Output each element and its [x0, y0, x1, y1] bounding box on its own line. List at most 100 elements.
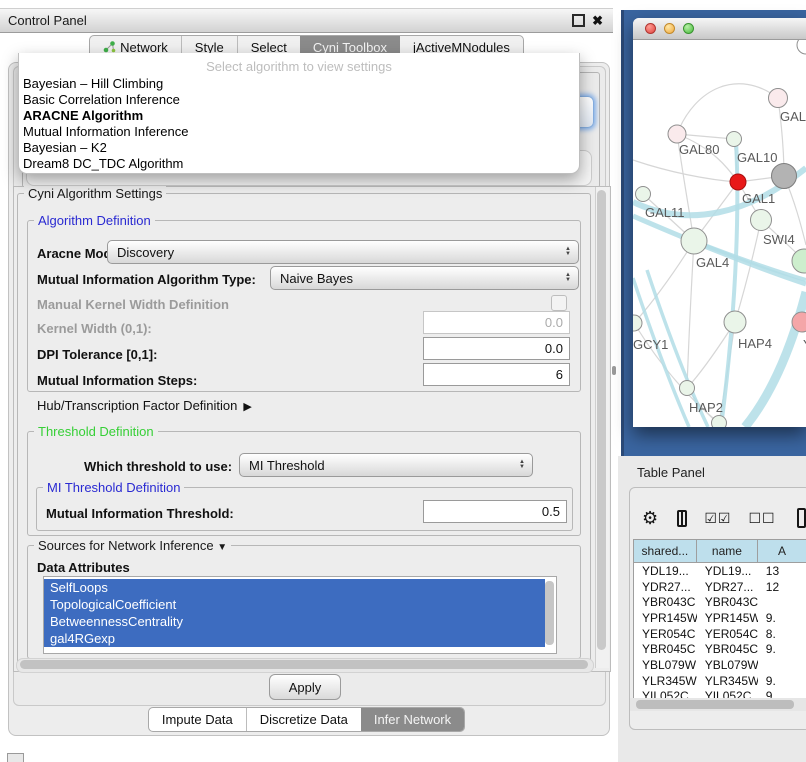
column-header-a[interactable]: A [758, 540, 806, 562]
close-traffic-light-icon[interactable] [645, 23, 656, 34]
unchecked-boxes-icon[interactable]: ☐☐ [748, 510, 775, 527]
table-row[interactable]: YDR27...YDR27...12 [634, 579, 806, 595]
minimize-traffic-light-icon[interactable] [664, 23, 675, 34]
float-window-icon[interactable] [572, 14, 585, 27]
algorithm-option[interactable]: ARACNE Algorithm [19, 108, 579, 124]
column-header-shared[interactable]: shared... [634, 540, 697, 562]
mi-threshold-definition-title: MI Threshold Definition [43, 480, 184, 495]
network-canvas-svg[interactable]: GALGAL80GAL10GAL1SWI4GAL11GAL4GCY1HAP4YH… [633, 40, 806, 427]
hub-definition-expander[interactable]: Hub/Transcription Factor Definition▶ [37, 398, 252, 413]
which-threshold-combo[interactable]: MI Threshold ▲▼ [239, 453, 533, 477]
minimized-panel-icon[interactable] [7, 753, 24, 762]
network-edge[interactable] [633, 278, 689, 427]
aracne-mode-combo[interactable]: Discovery ▲▼ [107, 240, 579, 264]
network-node-gal11[interactable] [636, 187, 651, 202]
attribute-item-selected[interactable]: TopologicalCoefficient [44, 596, 545, 613]
sources-title[interactable]: Sources for Network Inference ▼ [34, 538, 231, 553]
table-hscrollbar-thumb[interactable] [636, 700, 794, 709]
algorithm-list: Bayesian – Hill ClimbingBasic Correlatio… [19, 76, 579, 172]
table-cell: 9 [758, 689, 806, 698]
panel-splitter-handle[interactable] [612, 366, 616, 375]
expanded-arrow-icon[interactable]: ▼ [217, 542, 227, 553]
table-row[interactable]: YBR045CYBR045C9. [634, 641, 806, 657]
bottom-tab-infer-network[interactable]: Infer Network [361, 708, 464, 731]
network-node[interactable] [772, 164, 797, 189]
tab-label: Discretize Data [260, 712, 348, 727]
algorithm-option[interactable]: Basic Correlation Inference [19, 92, 579, 108]
kernel-width-label: Kernel Width (0,1): [37, 321, 152, 336]
bottom-tab-discretize-data[interactable]: Discretize Data [246, 708, 361, 731]
screen: Control Panel ✖ NetworkStyleSelectCyni T… [0, 0, 806, 762]
table-row[interactable]: YPR145WYPR145W9. [634, 610, 806, 626]
column-header-name[interactable]: name [697, 540, 758, 562]
network-edge[interactable] [687, 241, 694, 388]
document-icon[interactable] [797, 508, 806, 528]
table-row[interactable]: YER054CYER054C8. [634, 626, 806, 642]
mutual-info-threshold-label: Mutual Information Threshold: [46, 506, 234, 521]
mi-steps-field[interactable]: 6 [423, 363, 570, 386]
table-row[interactable]: YBR043CYBR043C [634, 594, 806, 610]
network-node-gcy1[interactable] [633, 315, 642, 331]
settings-scrollbar-thumb[interactable] [597, 190, 606, 650]
gear-icon[interactable]: ⚙ [642, 508, 658, 529]
close-icon[interactable]: ✖ [592, 13, 603, 29]
table-cell: 9. [758, 674, 806, 688]
dpi-tolerance-field[interactable]: 0.0 [423, 337, 570, 360]
table-cell: YPR145W [697, 611, 758, 625]
network-node-gal80[interactable] [668, 125, 686, 143]
network-window[interactable]: GALGAL80GAL10GAL1SWI4GAL11GAL4GCY1HAP4YH… [633, 18, 806, 427]
apply-button[interactable]: Apply [269, 674, 341, 700]
algorithm-option[interactable]: Dream8 DC_TDC Algorithm [19, 156, 579, 172]
bottom-tab-impute-data[interactable]: Impute Data [149, 708, 246, 731]
table-row[interactable]: YIL052CYIL052C9 [634, 689, 806, 699]
mi-type-combo[interactable]: Naive Bayes ▲▼ [270, 266, 579, 290]
algorithm-dropdown: Select algorithm to view settings Bayesi… [18, 53, 580, 174]
columns-icon[interactable] [677, 510, 687, 527]
network-node-gal10[interactable] [727, 132, 742, 147]
network-window-titlebar[interactable] [633, 18, 806, 40]
checked-boxes-icon[interactable]: ☑☑ [704, 510, 731, 527]
network-node[interactable] [712, 416, 727, 428]
table-cell: YDL19... [634, 564, 697, 578]
table-cell: 9. [758, 611, 806, 625]
network-edge[interactable] [745, 292, 806, 427]
mutual-info-threshold-field[interactable]: 0.5 [423, 500, 567, 523]
network-edge[interactable] [677, 84, 778, 134]
network-node-gal4[interactable] [681, 228, 707, 254]
algorithm-option[interactable]: Bayesian – K2 [19, 140, 579, 156]
stepper-icon: ▲▼ [519, 460, 532, 470]
collapsed-arrow-icon[interactable]: ▶ [243, 401, 251, 413]
network-canvas[interactable]: GALGAL80GAL10GAL1SWI4GAL11GAL4GCY1HAP4YH… [633, 40, 806, 427]
bottom-tab-bar-wrap: Impute Data Discretize Data Infer Network [0, 707, 613, 732]
table-row[interactable]: YBL079WYBL079W [634, 657, 806, 673]
network-node-gal[interactable] [769, 89, 788, 108]
node-label-gal10: GAL10 [737, 150, 777, 165]
network-node-swi4[interactable] [751, 210, 772, 231]
data-attributes-label: Data Attributes [37, 560, 130, 575]
data-attributes-list[interactable]: SelfLoopsTopologicalCoefficientBetweenne… [43, 576, 557, 654]
table-cell: YER054C [697, 627, 758, 641]
network-edge[interactable] [735, 220, 761, 322]
attribute-item-selected[interactable]: BetweennessCentrality [44, 613, 545, 630]
manual-kernel-checkbox[interactable] [551, 295, 567, 311]
settings-hscrollbar-thumb[interactable] [20, 660, 588, 669]
attributes-scrollbar-thumb[interactable] [545, 581, 554, 645]
attribute-item-selected[interactable]: gal4RGexp [44, 630, 545, 647]
network-node-hap2[interactable] [680, 381, 695, 396]
network-node[interactable] [797, 40, 806, 54]
zoom-traffic-light-icon[interactable] [683, 23, 694, 34]
algorithm-dropdown-hint: Select algorithm to view settings [19, 53, 579, 76]
network-node-gal1[interactable] [730, 174, 746, 190]
table-cell: 9. [758, 642, 806, 656]
kernel-width-field[interactable]: 0.0 [423, 311, 570, 334]
node-label-hap2: HAP2 [689, 400, 723, 415]
algorithm-option[interactable]: Bayesian – Hill Climbing [19, 76, 579, 92]
aracne-mode-value: Discovery [108, 245, 565, 260]
attribute-item-selected[interactable]: SelfLoops [44, 579, 545, 596]
mi-steps-label: Mutual Information Steps: [37, 373, 197, 388]
network-node[interactable] [792, 249, 806, 273]
algorithm-option[interactable]: Mutual Information Inference [19, 124, 579, 140]
table-row[interactable]: YLR345WYLR345W9. [634, 673, 806, 689]
network-node-hap4[interactable] [724, 311, 746, 333]
table-row[interactable]: YDL19...YDL19...13 [634, 563, 806, 579]
